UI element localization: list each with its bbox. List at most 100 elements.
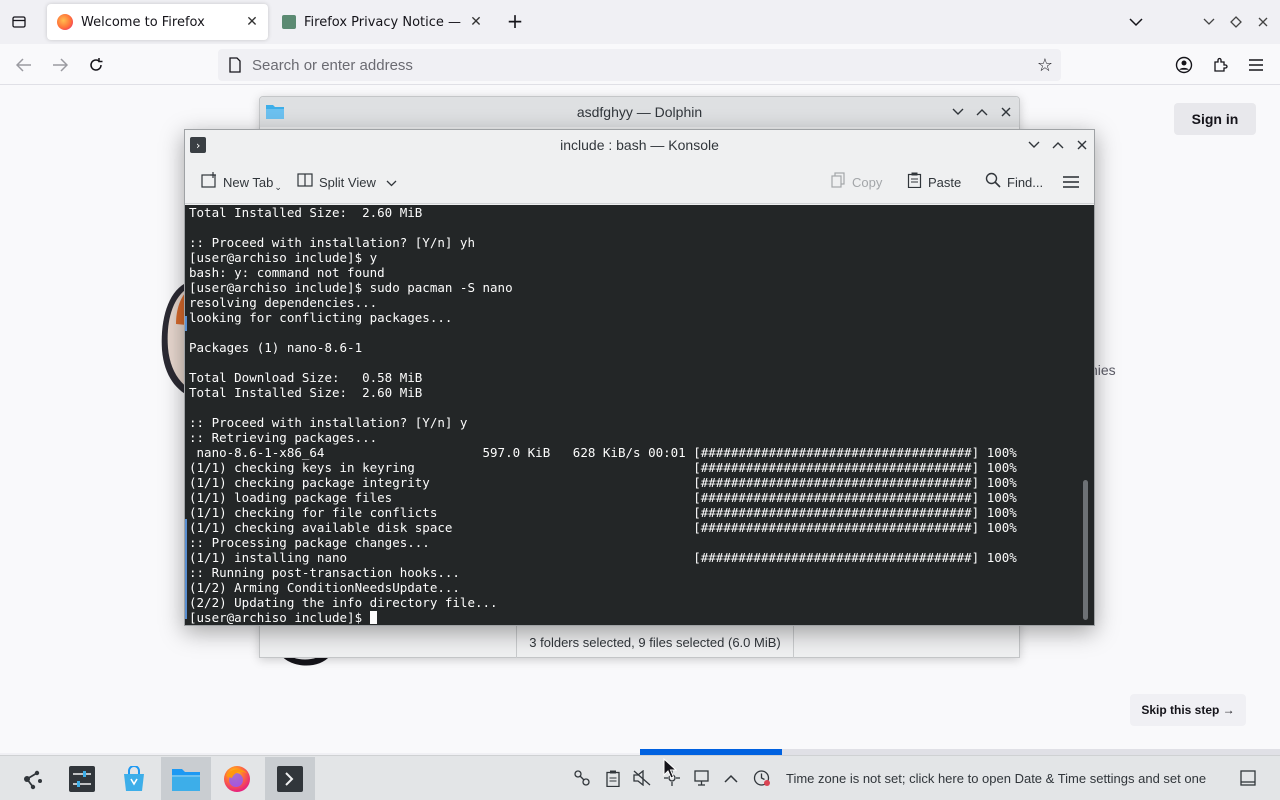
system-settings-icon[interactable] — [57, 757, 107, 800]
copy-icon — [831, 172, 846, 192]
terminal-text: Total Installed Size: 2.60 MiB :: Procee… — [189, 205, 1017, 625]
shell-prompt: [user@archiso include]$ — [189, 610, 370, 625]
terminal-line: (1/1) checking available disk space [###… — [189, 520, 1017, 535]
copy-button[interactable]: Copy — [831, 168, 882, 196]
paste-icon — [907, 172, 922, 192]
terminal-line: Packages (1) nano-8.6-1 — [189, 340, 363, 355]
show-desktop-icon[interactable] — [1238, 768, 1258, 788]
terminal-line: Total Installed Size: 2.60 MiB — [189, 205, 423, 220]
dolphin-title-bar[interactable]: asdfghyy — Dolphin — [260, 97, 1019, 127]
mouse-pointer-icon — [663, 758, 677, 779]
firefox-icon[interactable] — [212, 757, 262, 800]
minimize-icon[interactable] — [1023, 130, 1045, 160]
konsole-app-icon: › — [190, 137, 206, 153]
taskbar: Time zone is not set; click here to open… — [0, 755, 1280, 800]
konsole-icon[interactable] — [265, 757, 315, 800]
forward-arrow-icon[interactable] — [47, 52, 73, 78]
skip-this-step-button[interactable]: Skip this step → — [1130, 694, 1246, 726]
tab-title: Firefox Privacy Notice — M — [304, 14, 466, 30]
maximize-icon[interactable] — [1226, 12, 1246, 32]
close-tab-icon[interactable]: ✕ — [242, 12, 262, 32]
tab-overflow-chevron-icon[interactable] — [1126, 12, 1146, 32]
terminal-line: :: Retrieving packages... — [189, 430, 378, 445]
new-tab-icon — [201, 172, 217, 192]
copy-label: Copy — [852, 174, 883, 190]
terminal-line: resolving dependencies... — [189, 295, 378, 310]
terminal-line: bash: y: command not found — [189, 265, 385, 280]
dropdown-arrow-icon: ⌄ — [274, 181, 282, 192]
list-all-tabs-icon[interactable] — [6, 10, 32, 34]
terminal-line: nano-8.6-1-x86_64 597.0 KiB 628 KiB/s 00… — [189, 445, 1017, 460]
close-tab-icon[interactable]: ✕ — [466, 12, 486, 32]
new-tab-button[interactable]: New Tab ⌄ — [201, 168, 282, 196]
konsole-window: › include : bash — Konsole New Tab ⌄ Spl… — [184, 129, 1095, 626]
text-cursor — [369, 611, 377, 624]
terminal-scrollbar[interactable] — [1083, 480, 1088, 620]
paste-button[interactable]: Paste — [907, 168, 961, 196]
window-title: include : bash — Konsole — [560, 137, 719, 153]
discover-store-icon[interactable] — [109, 757, 159, 800]
address-input[interactable] — [252, 56, 1029, 74]
tab-welcome-to-firefox[interactable]: Welcome to Firefox ✕ — [47, 4, 268, 40]
application-launcher-icon[interactable] — [8, 757, 58, 800]
terminal-line: Total Download Size: 0.58 MiB — [189, 370, 423, 385]
terminal-line: :: Proceed with installation? [Y/n] yh — [189, 235, 475, 250]
tab-firefox-privacy-notice[interactable]: Firefox Privacy Notice — M ✕ — [272, 4, 492, 40]
terminal-line: :: Proceed with installation? [Y/n] y — [189, 415, 468, 430]
minimize-icon[interactable] — [1199, 12, 1219, 32]
reload-icon[interactable] — [83, 52, 109, 78]
time-zone-not-set-notice[interactable]: Time zone is not set; click here to open… — [786, 756, 1206, 800]
terminal-line: (1/2) Arming ConditionNeedsUpdate... — [189, 580, 460, 595]
show-hidden-icons-icon[interactable] — [721, 768, 741, 788]
maximize-icon[interactable] — [971, 97, 993, 127]
firefox-tab-bar: Welcome to Firefox ✕ Firefox Privacy Not… — [0, 0, 1280, 44]
star-icon[interactable]: ☆ — [1029, 55, 1061, 76]
terminal-line: Total Installed Size: 2.60 MiB — [189, 385, 423, 400]
puzzle-icon[interactable] — [1207, 52, 1233, 78]
tab-title: Welcome to Firefox — [81, 14, 205, 30]
close-window-icon[interactable] — [1071, 130, 1093, 160]
terminal-line: [user@archiso include]$ y — [189, 250, 378, 265]
terminal-line: (1/1) installing nano [#################… — [189, 550, 1017, 565]
clipboard-icon[interactable] — [603, 768, 623, 788]
terminal-line: (1/1) checking package integrity [######… — [189, 475, 1017, 490]
terminal-line: looking for conflicting packages... — [189, 310, 453, 325]
minimize-icon[interactable] — [947, 97, 969, 127]
terminal-marks — [185, 316, 187, 619]
address-bar[interactable]: ☆ — [218, 49, 1061, 81]
hamburger-menu-icon[interactable] — [1063, 168, 1079, 196]
dolphin-status-bar: 3 folders selected, 9 files selected (6.… — [260, 625, 1019, 658]
terminal-output[interactable]: Total Installed Size: 2.60 MiB :: Procee… — [185, 205, 1094, 625]
split-view-label: Split View — [319, 174, 376, 190]
back-arrow-icon[interactable] — [11, 52, 37, 78]
split-view-icon — [297, 172, 313, 192]
terminal-line: (2/2) Updating the info directory file..… — [189, 595, 498, 610]
hamburger-icon[interactable] — [1243, 52, 1269, 78]
account-icon[interactable] — [1171, 52, 1197, 78]
terminal-line: :: Running post-transaction hooks... — [189, 565, 460, 580]
new-tab-button[interactable]: + — [504, 11, 526, 33]
connect-icon[interactable] — [572, 768, 592, 788]
clock-warning-icon[interactable] — [752, 768, 772, 788]
maximize-icon[interactable] — [1047, 130, 1069, 160]
dolphin-folder-icon[interactable] — [161, 757, 211, 800]
konsole-toolbar: New Tab ⌄ Split View Copy Paste Find... — [185, 160, 1094, 204]
search-icon — [985, 172, 1001, 192]
display-configuration-icon[interactable] — [693, 768, 713, 788]
folder-icon — [266, 105, 284, 119]
paste-label: Paste — [928, 174, 962, 190]
terminal-line: [user@archiso include]$ sudo pacman -S n… — [189, 280, 513, 295]
selection-status-text: 3 folders selected, 9 files selected (6.… — [516, 626, 794, 658]
terminal-line: (1/1) checking for file conflicts [#####… — [189, 505, 1017, 520]
close-window-icon[interactable] — [1253, 12, 1273, 32]
new-tab-label: New Tab — [223, 174, 274, 190]
volume-muted-icon[interactable] — [632, 768, 652, 788]
page-favicon-icon — [282, 15, 296, 29]
split-view-button[interactable]: Split View — [297, 168, 397, 196]
terminal-line: :: Processing package changes... — [189, 535, 430, 550]
sign-in-button[interactable]: Sign in — [1174, 103, 1256, 135]
find-button[interactable]: Find... — [985, 168, 1043, 196]
close-window-icon[interactable] — [995, 97, 1017, 127]
konsole-title-bar[interactable]: › include : bash — Konsole — [185, 130, 1094, 160]
terminal-line: (1/1) checking keys in keyring [########… — [189, 460, 1017, 475]
